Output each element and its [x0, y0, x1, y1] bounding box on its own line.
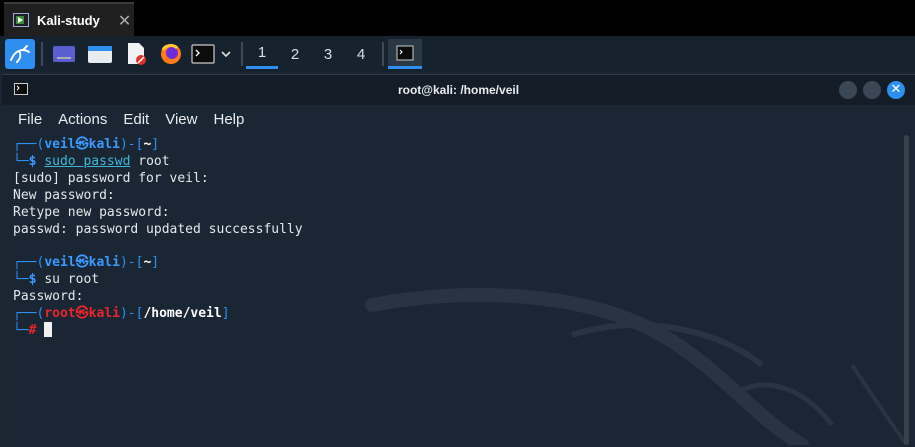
terminal-window: root@kali: /home/veil ✕ File Actions Edi… [2, 74, 915, 447]
maximize-button[interactable] [863, 81, 881, 99]
root-input-line: └─# [13, 322, 53, 339]
panel-separator [41, 42, 43, 66]
desktop-icon [53, 46, 75, 62]
terminal-icon [191, 44, 215, 64]
text-cursor [44, 322, 53, 337]
menu-file[interactable]: File [18, 111, 42, 128]
workspace-1[interactable]: 1 [246, 39, 278, 69]
vm-tab-bar: Kali-study ✕ [0, 0, 915, 36]
menu-actions[interactable]: Actions [58, 111, 107, 128]
panel-separator [382, 42, 384, 66]
terminal-launcher-button[interactable] [189, 39, 217, 69]
output-line: New password: [13, 188, 115, 203]
top-panel: 1 2 3 4 [0, 36, 915, 72]
firefox-icon [161, 44, 181, 64]
command-line: └─$ sudo passwd root [13, 154, 170, 169]
close-icon[interactable]: ✕ [118, 11, 131, 30]
output-line: passwd: password updated successfully [13, 222, 303, 237]
taskbar-terminal-window[interactable] [388, 39, 422, 69]
menu-help[interactable]: Help [213, 111, 244, 128]
prompt-line: ┌──(veil㉿kali)-[~] [13, 255, 160, 270]
terminal-output[interactable]: ┌──(veil㉿kali)-[~] └─$ sudo passwd root … [2, 133, 902, 447]
menu-view[interactable]: View [165, 111, 197, 128]
terminal-icon [396, 45, 414, 60]
vm-tab-title: Kali-study [37, 12, 100, 28]
minimize-button[interactable] [839, 81, 857, 99]
kali-menu-button[interactable] [5, 39, 35, 69]
terminal-dropdown-button[interactable] [217, 39, 235, 69]
chevron-down-icon [221, 51, 231, 58]
workspace-3[interactable]: 3 [312, 39, 344, 69]
kali-dragon-icon [10, 45, 30, 63]
menu-edit[interactable]: Edit [123, 111, 149, 128]
window-titlebar[interactable]: root@kali: /home/veil ✕ [2, 75, 915, 105]
output-line: Password: [13, 289, 84, 304]
output-line: [sudo] password for veil: [13, 171, 209, 186]
vm-icon [13, 13, 29, 27]
workspace-4[interactable]: 4 [345, 39, 377, 69]
text-editor-button[interactable] [121, 39, 151, 69]
panel-separator [241, 42, 243, 66]
workspace-2[interactable]: 2 [279, 39, 311, 69]
scrollbar[interactable] [904, 135, 909, 445]
window-title: root@kali: /home/veil [397, 83, 520, 97]
command-line: └─$ su root [13, 272, 100, 287]
vm-tab[interactable]: Kali-study ✕ [4, 2, 134, 36]
menu-bar: File Actions Edit View Help [2, 105, 915, 133]
root-prompt-line: ┌──(root㉿kali)-[/home/veil] [13, 306, 230, 321]
firefox-button[interactable] [156, 39, 186, 69]
close-button[interactable]: ✕ [887, 81, 905, 99]
text-editor-icon [128, 43, 146, 65]
show-desktop-button[interactable] [49, 39, 79, 69]
prompt-line: ┌──(veil㉿kali)-[~] [13, 137, 160, 152]
output-line: Retype new password: [13, 205, 170, 220]
file-manager-button[interactable] [85, 39, 115, 69]
folder-icon [88, 46, 112, 63]
